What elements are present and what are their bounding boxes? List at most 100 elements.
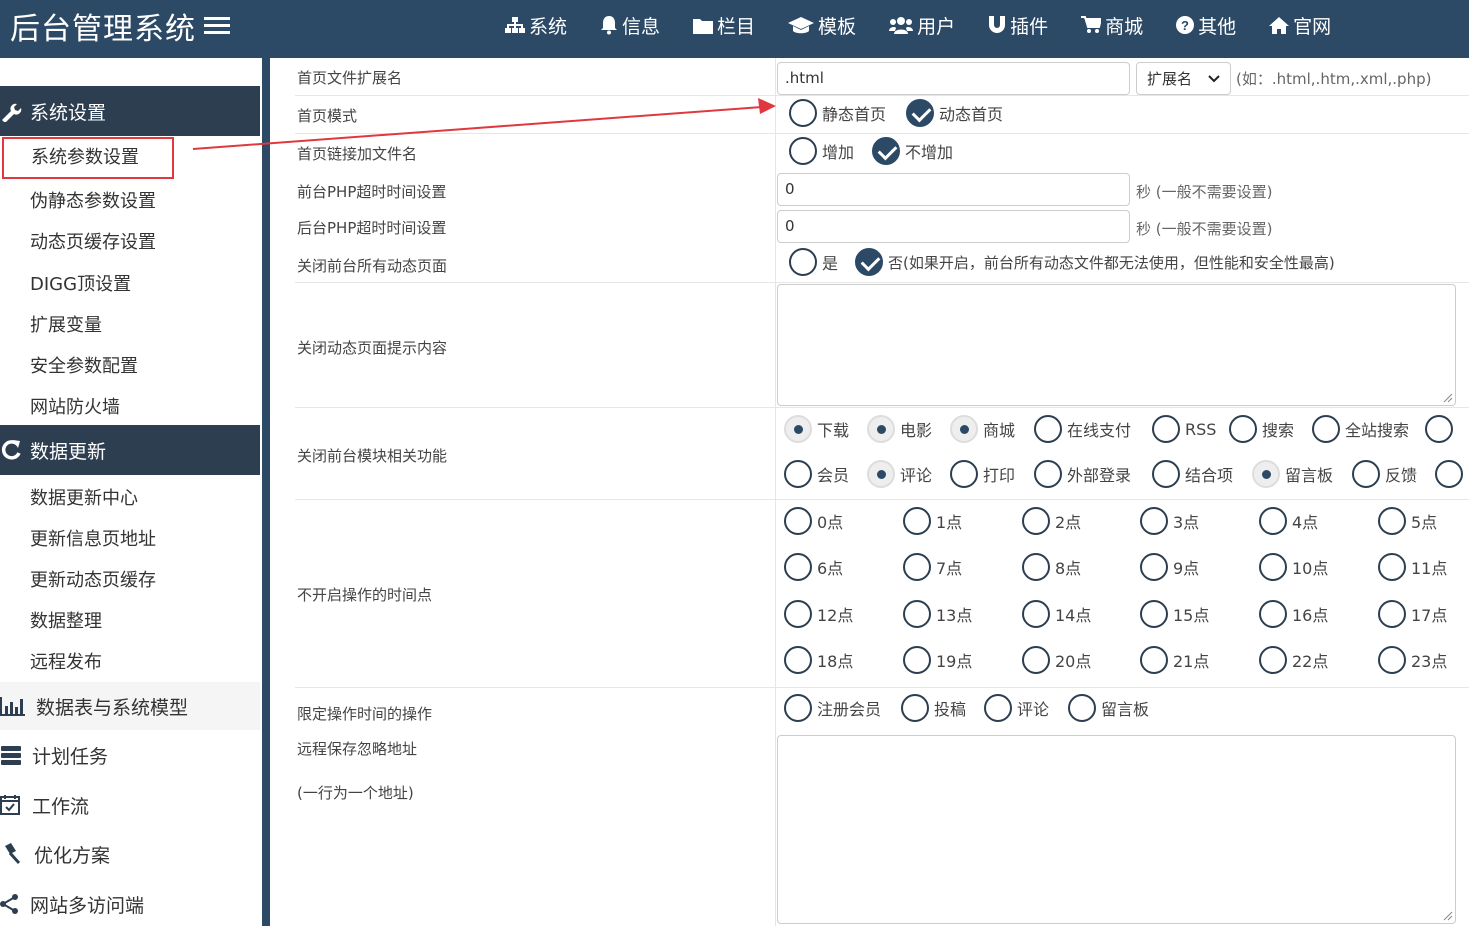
checkbox-module-item[interactable]: 结合项 [1152,460,1233,488]
menu-toggle-icon[interactable] [204,15,230,37]
checkbox-hour[interactable]: 17点 [1378,600,1447,628]
checkbox-module-item[interactable]: 在线支付 [1034,415,1131,443]
nav-item-shop[interactable]: 商城 [1081,12,1143,39]
radio-close-dynamic-yes[interactable]: 是 [789,248,838,276]
nav-item-plugins[interactable]: 插件 [988,12,1048,39]
checkbox-hour[interactable]: 3点 [1140,507,1199,535]
checkbox-hour[interactable]: 22点 [1259,646,1328,674]
checkbox-module-more[interactable] [1435,460,1468,488]
sidebar-item-ext-vars[interactable]: 扩展变量 [30,311,102,337]
front-timeout-input[interactable]: 0 [777,173,1130,206]
index-ext-input[interactable]: .html [777,62,1130,95]
sidebar-section-workflow[interactable]: 工作流 [0,781,260,829]
sidebar-item-system-params[interactable]: 系统参数设置 [2,137,174,179]
checkbox-hour[interactable]: 8点 [1022,553,1081,581]
row-front-timeout: 前台PHP超时时间设置 0 秒 (一般不需要设置) [295,172,1469,209]
resize-grip-icon[interactable] [1443,911,1453,921]
resize-grip-icon[interactable] [1443,393,1453,403]
sidebar-item-remote-publish[interactable]: 远程发布 [30,648,102,674]
nav-item-other[interactable]: ? 其他 [1176,12,1236,39]
sidebar-group-data-update[interactable]: 数据更新 [0,425,260,475]
row-close-tip: 关闭动态页面提示内容 [295,283,1469,408]
wrench-icon [2,103,22,122]
checkbox-hour[interactable]: 19点 [903,646,972,674]
radio-dynamic-index[interactable]: 动态首页 [906,99,1003,127]
sidebar-section-scheduled-tasks[interactable]: 计划任务 [0,731,260,779]
nav-item-official[interactable]: 官网 [1269,12,1331,39]
checkbox-module-item[interactable]: 外部登录 [1034,460,1131,488]
bar-chart-icon [0,697,25,716]
sidebar-item-update-info-url[interactable]: 更新信息页地址 [30,525,156,551]
sidebar-item-update-dynamic-cache[interactable]: 更新动态页缓存 [30,566,156,592]
checkbox-hour[interactable]: 2点 [1022,507,1081,535]
checkbox-hour[interactable]: 18点 [784,646,853,674]
checkbox-hour[interactable]: 7点 [903,553,962,581]
cart-icon [1081,16,1102,33]
nav-item-column[interactable]: 栏目 [693,12,755,39]
back-timeout-hint: 秒 (一般不需要设置) [1136,220,1273,238]
checkbox-hour[interactable]: 13点 [903,600,972,628]
checkbox-hour[interactable]: 15点 [1140,600,1209,628]
checkbox-hour[interactable]: 9点 [1140,553,1199,581]
sidebar-section-multi-access[interactable]: 网站多访问端 [0,880,260,926]
field-label: 关闭动态页面提示内容 [297,339,448,357]
checkbox-module-item[interactable]: 电影 [867,415,932,443]
sidebar-group-system-settings[interactable]: 系统设置 [0,86,260,136]
sidebar-item-update-center[interactable]: 数据更新中心 [30,484,138,510]
radio-close-dynamic-no[interactable]: 否(如果开启，前台所有动态文件都无法使用，但性能和安全性最高) [855,248,1335,276]
checkbox-hour[interactable]: 0点 [784,507,843,535]
checkbox-hour[interactable]: 23点 [1378,646,1447,674]
remote-ignore-textarea[interactable] [777,735,1456,924]
checkbox-module-item[interactable]: 反馈 [1352,460,1417,488]
sidebar-item-digg[interactable]: DIGG顶设置 [30,270,131,296]
nav-item-template[interactable]: 模板 [788,12,856,39]
sidebar-item-dynamic-cache[interactable]: 动态页缓存设置 [30,228,156,254]
checkbox-module-item[interactable]: 评论 [867,460,932,488]
checkbox-module-item[interactable]: 全站搜索 [1312,415,1409,443]
radio-link-add[interactable]: 增加 [789,137,854,165]
ext-select[interactable]: 扩展名 [1136,62,1231,95]
checkbox-module-item[interactable]: 下载 [784,415,849,443]
checkbox-hour[interactable]: 5点 [1378,507,1437,535]
checkbox-hour[interactable]: 10点 [1259,553,1328,581]
checkbox-module-item[interactable]: 搜索 [1229,415,1294,443]
back-timeout-input[interactable]: 0 [777,210,1130,243]
nav-item-system[interactable]: 系统 [505,12,567,39]
nav-item-users[interactable]: 用户 [889,12,955,39]
checkbox-module-item[interactable]: RSS [1152,415,1216,443]
front-timeout-hint: 秒 (一般不需要设置) [1136,183,1273,201]
checkbox-limit-contribute[interactable]: 投稿 [901,694,966,722]
checkbox-hour[interactable]: 16点 [1259,600,1328,628]
checkbox-hour[interactable]: 14点 [1022,600,1091,628]
checkbox-hour[interactable]: 4点 [1259,507,1318,535]
sidebar-item-data-tidy[interactable]: 数据整理 [30,607,102,633]
checkbox-limit-comment[interactable]: 评论 [984,694,1049,722]
sidebar-section-tables-models[interactable]: 数据表与系统模型 [0,682,260,730]
close-tip-textarea[interactable] [777,284,1456,406]
row-index-mode: 首页模式 静态首页 动态首页 [295,96,1469,134]
checkbox-hour[interactable]: 12点 [784,600,853,628]
sidebar-item-pseudo-static[interactable]: 伪静态参数设置 [30,187,156,213]
checkbox-module-more[interactable] [1425,415,1458,443]
sidebar-item-security[interactable]: 安全参数配置 [30,352,138,378]
checkbox-module-item[interactable]: 会员 [784,460,849,488]
checkbox-module-item[interactable]: 留言板 [1252,460,1333,488]
field-label: 远程保存忽略地址 [297,740,418,758]
checkbox-module-item[interactable]: 打印 [950,460,1015,488]
checkbox-hour[interactable]: 6点 [784,553,843,581]
sidebar-section-optimization[interactable]: 优化方案 [0,830,260,878]
checkbox-module-item[interactable]: 商城 [950,415,1015,443]
checkbox-hour[interactable]: 11点 [1378,553,1447,581]
checkbox-limit-register[interactable]: 注册会员 [784,694,881,722]
top-header: 后台管理系统 系统 信息 栏目 模板 用户 插件 商城 ? 其他 官网 [0,0,1469,58]
nav-item-info[interactable]: 信息 [600,12,660,39]
sidebar-item-firewall[interactable]: 网站防火墙 [30,393,120,419]
checkbox-limit-guestbook[interactable]: 留言板 [1068,694,1149,722]
sitemap-icon [505,17,525,33]
checkbox-hour[interactable]: 1点 [903,507,962,535]
checkbox-hour[interactable]: 21点 [1140,646,1209,674]
field-label: 后台PHP超时时间设置 [297,219,447,237]
radio-static-index[interactable]: 静态首页 [789,99,886,127]
checkbox-hour[interactable]: 20点 [1022,646,1091,674]
radio-link-no-add[interactable]: 不增加 [872,137,953,165]
